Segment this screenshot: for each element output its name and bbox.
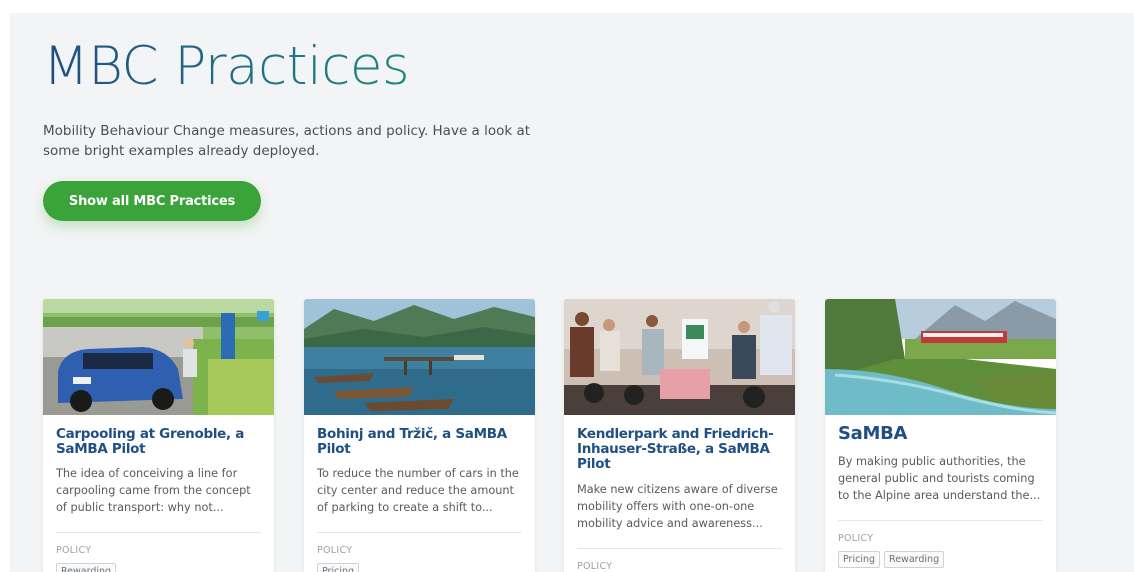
card-divider xyxy=(577,548,782,549)
tag-pricing[interactable]: Pricing xyxy=(317,563,360,572)
card-category: POLICY xyxy=(56,545,92,556)
mbc-practices-section: MBC Practices Mobility Behaviour Change … xyxy=(10,13,1134,572)
card-description: By making public authorities, the genera… xyxy=(838,455,1041,502)
card-description: To reduce the number of cars in the city… xyxy=(317,467,519,514)
card-title[interactable]: Bohinj and Tržič, a SaMBA Pilot xyxy=(317,427,522,457)
alpine-train-photo xyxy=(825,299,1056,415)
carpooling-photo xyxy=(43,299,274,415)
lake-bohinj-photo xyxy=(304,299,535,415)
show-all-practices-button[interactable]: Show all MBC Practices xyxy=(43,181,261,221)
card-category: POLICY xyxy=(317,545,353,556)
card-title[interactable]: Carpooling at Grenoble, a SaMBA Pilot xyxy=(56,427,261,457)
kendlerpark-group-photo xyxy=(564,299,795,415)
tag-pricing[interactable]: Pricing xyxy=(838,551,881,568)
practice-card-bohinj-trzic[interactable]: Bohinj and Tržič, a SaMBA Pilot To reduc… xyxy=(304,299,535,572)
card-tags: Pricing Rewarding xyxy=(838,551,945,568)
card-title[interactable]: Kendlerpark and Friedrich-Inhauser-Straß… xyxy=(577,427,782,472)
card-description: The idea of conceiving a line for carpoo… xyxy=(56,467,251,514)
practice-card-samba[interactable]: SaMBA By making public authorities, the … xyxy=(825,299,1056,572)
tag-rewarding[interactable]: Rewarding xyxy=(56,563,117,572)
card-category: POLICY xyxy=(838,533,874,544)
card-divider xyxy=(838,520,1043,521)
tag-rewarding[interactable]: Rewarding xyxy=(884,551,945,568)
card-divider xyxy=(56,532,261,533)
card-tags: Rewarding xyxy=(56,563,117,572)
page-title: MBC Practices xyxy=(43,36,410,97)
card-description: Make new citizens aware of diverse mobil… xyxy=(577,483,778,530)
card-tags: Pricing xyxy=(317,563,360,572)
practice-card-carpooling-grenoble[interactable]: Carpooling at Grenoble, a SaMBA Pilot Th… xyxy=(43,299,274,572)
section-description: Mobility Behaviour Change measures, acti… xyxy=(43,123,531,159)
card-category: POLICY xyxy=(577,561,613,572)
card-title[interactable]: SaMBA xyxy=(838,424,1043,444)
card-divider xyxy=(317,532,522,533)
practice-card-kendlerpark[interactable]: Kendlerpark and Friedrich-Inhauser-Straß… xyxy=(564,299,795,572)
